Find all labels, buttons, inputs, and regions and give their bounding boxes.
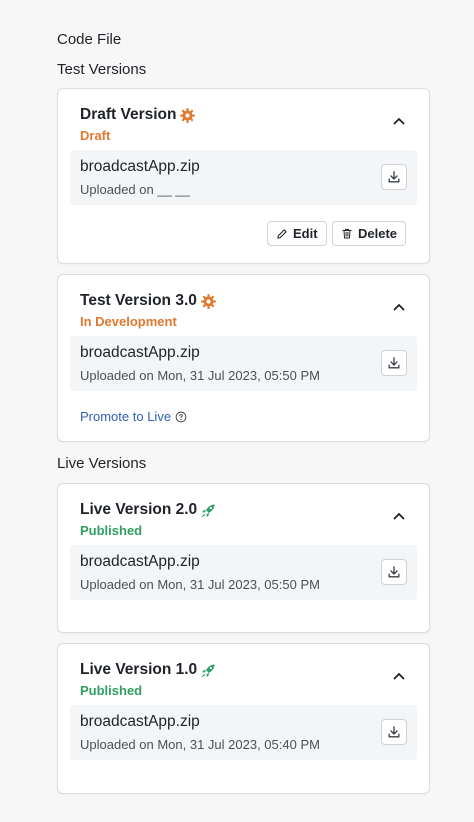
file-box: broadcastApp.zip Uploaded on __ __: [70, 150, 417, 205]
help-circle-icon[interactable]: [175, 411, 187, 423]
upload-date: Uploaded on Mon, 31 Jul 2023, 05:40 PM: [80, 737, 320, 752]
download-button[interactable]: [381, 164, 407, 190]
trash-icon: [341, 227, 353, 240]
collapse-chevron-up-icon[interactable]: [389, 666, 409, 686]
test-version-card: Test Version 3.0 In Development broadcas…: [57, 274, 430, 442]
card-title: Draft Version: [80, 106, 196, 124]
card-title-text: Live Version 1.0: [80, 661, 198, 678]
download-icon: [387, 356, 401, 370]
status-label: Published: [80, 683, 143, 698]
live-versions-heading: Live Versions: [57, 455, 147, 472]
card-title-text: Live Version 2.0: [80, 501, 198, 518]
collapse-chevron-up-icon[interactable]: [389, 506, 409, 526]
status-label: Published: [80, 523, 143, 538]
collapse-chevron-up-icon[interactable]: [389, 297, 409, 317]
file-name: broadcastApp.zip: [80, 553, 200, 570]
status-label: In Development: [80, 314, 177, 329]
card-title: Test Version 3.0: [80, 292, 217, 310]
card-title: Live Version 1.0: [80, 661, 217, 679]
collapse-chevron-up-icon[interactable]: [389, 111, 409, 131]
rocket-icon: [200, 662, 217, 679]
code-file-panel: Code File Test Versions Draft Version Dr…: [0, 0, 474, 822]
pencil-icon: [276, 228, 288, 240]
file-box: broadcastApp.zip Uploaded on Mon, 31 Jul…: [70, 545, 417, 600]
delete-label: Delete: [358, 226, 398, 241]
rocket-icon: [200, 502, 217, 519]
download-icon: [387, 565, 401, 579]
live-version-card: Live Version 1.0 Published broadcastApp.…: [57, 643, 430, 794]
file-name: broadcastApp.zip: [80, 713, 200, 730]
file-box: broadcastApp.zip Uploaded on Mon, 31 Jul…: [70, 336, 417, 391]
download-button[interactable]: [381, 719, 407, 745]
download-icon: [387, 170, 401, 184]
card-title-text: Test Version 3.0: [80, 292, 197, 309]
promote-label: Promote to Live: [80, 409, 172, 424]
card-title: Live Version 2.0: [80, 501, 217, 519]
upload-date: Uploaded on __ __: [80, 182, 190, 197]
download-button[interactable]: [381, 559, 407, 585]
draft-version-card: Draft Version Draft broadcastApp.zip Upl…: [57, 88, 430, 264]
file-name: broadcastApp.zip: [80, 344, 200, 361]
file-name: broadcastApp.zip: [80, 158, 200, 175]
delete-button[interactable]: Delete: [332, 221, 407, 246]
live-version-card: Live Version 2.0 Published broadcastApp.…: [57, 483, 430, 633]
gear-icon: [179, 107, 196, 124]
promote-to-live-link[interactable]: Promote to Live: [80, 409, 187, 424]
upload-date: Uploaded on Mon, 31 Jul 2023, 05:50 PM: [80, 577, 320, 592]
edit-label: Edit: [293, 226, 318, 241]
card-title-text: Draft Version: [80, 106, 177, 123]
status-label: Draft: [80, 128, 111, 143]
code-file-heading: Code File: [57, 31, 122, 48]
gear-icon: [200, 293, 217, 310]
test-versions-heading: Test Versions: [57, 61, 147, 78]
file-box: broadcastApp.zip Uploaded on Mon, 31 Jul…: [70, 705, 417, 760]
download-button[interactable]: [381, 350, 407, 376]
upload-date: Uploaded on Mon, 31 Jul 2023, 05:50 PM: [80, 368, 320, 383]
edit-button[interactable]: Edit: [267, 221, 327, 246]
download-icon: [387, 725, 401, 739]
